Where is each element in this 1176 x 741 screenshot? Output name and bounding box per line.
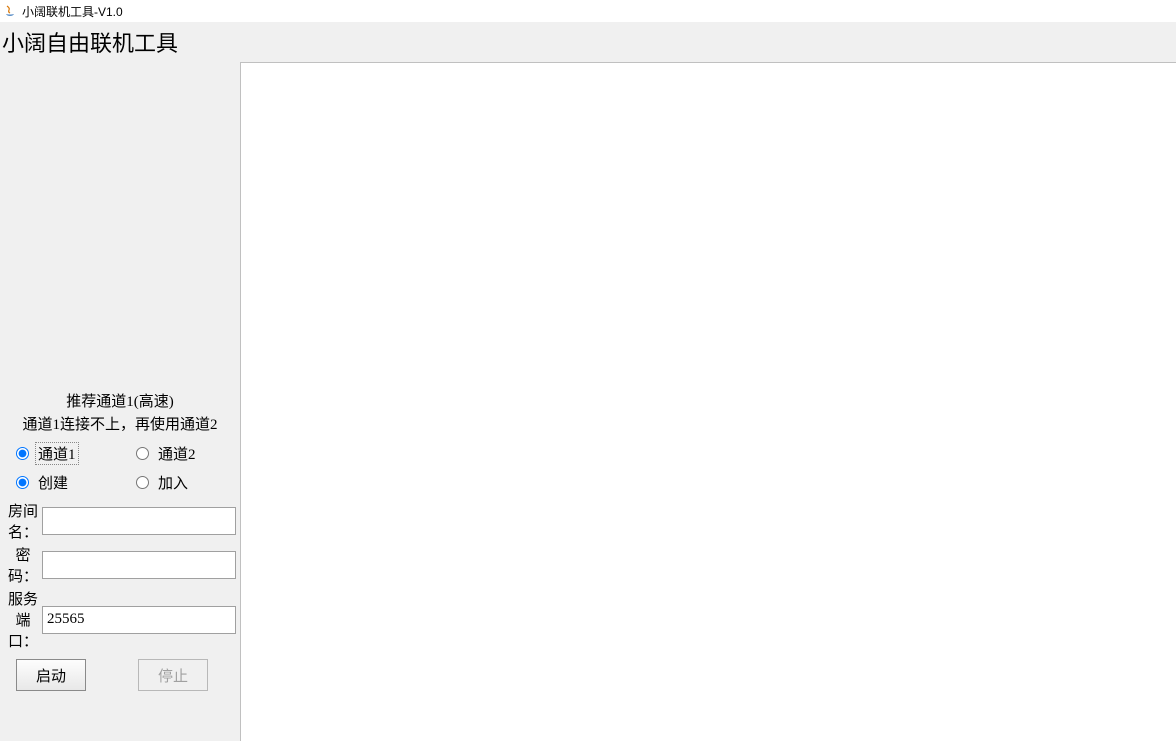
content-area: [240, 62, 1176, 741]
channel-2-radio-input[interactable]: [136, 447, 149, 460]
join-label: 加入: [155, 471, 191, 494]
sidebar: 推荐通道1(高速) 通道1连接不上，再使用通道2 通道1 通道2 创建: [0, 62, 240, 741]
room-name-label: 房间名：: [4, 500, 42, 542]
stop-button[interactable]: 停止: [138, 659, 208, 691]
button-row: 启动 停止: [4, 659, 236, 691]
channel-hint: 推荐通道1(高速) 通道1连接不上，再使用通道2: [4, 391, 236, 436]
channel-1-radio-input[interactable]: [16, 447, 29, 460]
sidebar-controls: 推荐通道1(高速) 通道1连接不上，再使用通道2 通道1 通道2 创建: [0, 391, 240, 741]
app-title: 小阔自由联机工具: [2, 31, 178, 56]
create-radio-input[interactable]: [16, 476, 29, 489]
create-radio[interactable]: 创建: [4, 471, 122, 494]
start-button[interactable]: 启动: [16, 659, 86, 691]
sidebar-spacer: [0, 62, 240, 391]
channel-2-radio[interactable]: 通道2: [122, 442, 199, 465]
join-radio[interactable]: 加入: [122, 471, 191, 494]
channel-1-label: 通道1: [35, 442, 79, 465]
port-row: 服务端口：: [4, 588, 236, 651]
window-title-bar: 小阔联机工具-V1.0: [0, 0, 1176, 22]
create-label: 创建: [35, 471, 71, 494]
port-input[interactable]: [42, 606, 236, 634]
password-label: 密码：: [4, 544, 42, 586]
room-name-input[interactable]: [42, 507, 236, 535]
mode-radio-row: 创建 加入: [4, 471, 236, 494]
hint-line-1: 推荐通道1(高速): [4, 391, 236, 414]
channel-2-label: 通道2: [155, 442, 199, 465]
room-name-row: 房间名：: [4, 500, 236, 542]
port-label: 服务端口：: [4, 588, 42, 651]
main-area: 推荐通道1(高速) 通道1连接不上，再使用通道2 通道1 通道2 创建: [0, 62, 1176, 741]
channel-radio-row: 通道1 通道2: [4, 442, 236, 465]
password-input[interactable]: [42, 551, 236, 579]
hint-line-2: 通道1连接不上，再使用通道2: [4, 414, 236, 437]
window-title: 小阔联机工具-V1.0: [22, 3, 123, 20]
app-header: 小阔自由联机工具: [0, 22, 1176, 62]
java-icon: [2, 3, 18, 19]
join-radio-input[interactable]: [136, 476, 149, 489]
channel-1-radio[interactable]: 通道1: [4, 442, 122, 465]
password-row: 密码：: [4, 544, 236, 586]
